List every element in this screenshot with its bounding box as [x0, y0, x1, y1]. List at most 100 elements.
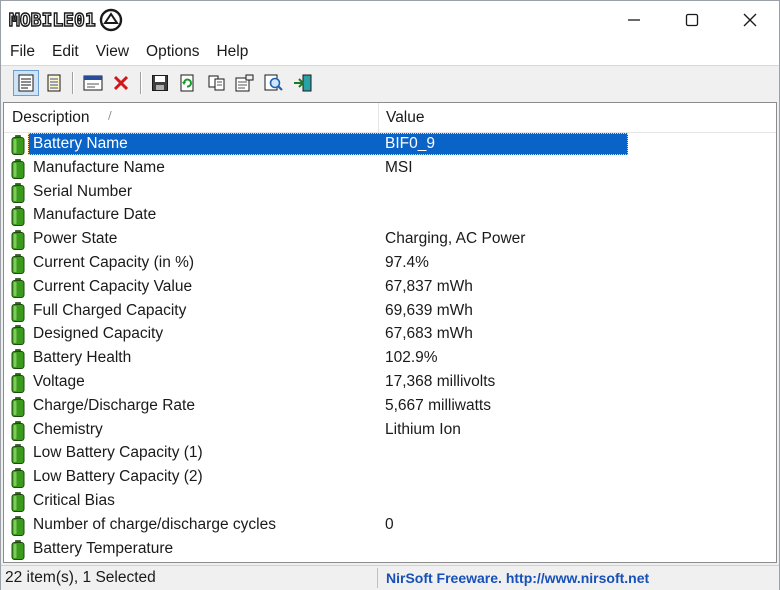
window-icon — [83, 75, 103, 91]
table-row[interactable]: Battery Name BIF0_9 — [4, 133, 776, 157]
battery-info-list[interactable]: Description / Value Battery Name BIF0_9 Ma… — [3, 102, 777, 563]
column-divider[interactable] — [378, 103, 379, 132]
refresh-button[interactable] — [174, 70, 200, 96]
close-button[interactable] — [721, 1, 779, 39]
toolbar-separator — [72, 72, 74, 94]
nirsoft-link[interactable]: NirSoft Freeware. http://www.nirsoft.net — [386, 566, 649, 590]
table-row[interactable]: Manufacture Name MSI — [4, 157, 776, 181]
toolbar-separator — [140, 72, 142, 94]
row-description: Manufacture Name — [33, 158, 165, 176]
menu-bar: File Edit View Options Help — [1, 39, 779, 65]
save-button[interactable] — [147, 70, 173, 96]
row-value: 102.9% — [385, 349, 438, 367]
html-report-button[interactable] — [41, 70, 67, 96]
table-row[interactable]: Current Capacity (in %) 97.4% — [4, 252, 776, 276]
copy-button[interactable] — [204, 70, 230, 96]
row-value: Charging, AC Power — [385, 230, 526, 248]
menu-help[interactable]: Help — [207, 40, 256, 64]
row-value: BIF0_9 — [385, 135, 435, 152]
window-button[interactable] — [80, 70, 106, 96]
delete-button[interactable] — [108, 70, 134, 96]
row-value: MSI — [385, 158, 413, 176]
status-item-count: 22 item(s), 1 Selected — [5, 569, 156, 586]
row-description: Power State — [33, 230, 118, 248]
row-description: Current Capacity Value — [33, 277, 193, 295]
menu-edit[interactable]: Edit — [43, 40, 87, 64]
table-row[interactable]: Low Battery Capacity (1) — [4, 442, 776, 466]
battery-icon — [11, 158, 25, 179]
battery-icon — [11, 135, 25, 155]
app-logo: MOBILE01 — [8, 5, 124, 35]
status-bar: 22 item(s), 1 Selected NirSoft Freeware.… — [1, 565, 779, 590]
title-bar[interactable]: MOBILE01 — [1, 1, 779, 39]
table-row[interactable]: Battery Health 102.9% — [4, 347, 776, 371]
table-row[interactable]: Manufacture Date — [4, 204, 776, 228]
close-icon — [743, 13, 757, 27]
row-description: Critical Bias — [33, 491, 115, 509]
properties-button[interactable] — [13, 70, 39, 96]
table-row[interactable]: Low Battery Capacity (2) — [4, 466, 776, 490]
row-description: Low Battery Capacity (2) — [33, 468, 203, 486]
app-logo-text: MOBILE01 — [8, 9, 96, 31]
row-description: Battery Name — [33, 135, 128, 152]
table-row[interactable]: Full Charged Capacity 69,639 mWh — [4, 300, 776, 324]
menu-file[interactable]: File — [1, 40, 43, 64]
maximize-button[interactable] — [663, 1, 721, 39]
find-button[interactable] — [261, 70, 287, 96]
properties-dialog-button[interactable] — [232, 70, 258, 96]
minimize-button[interactable] — [605, 1, 663, 39]
properties-icon — [18, 74, 34, 92]
row-description: Battery Health — [33, 349, 132, 367]
row-value: 67,683 mWh — [385, 325, 473, 343]
table-row[interactable]: Chemistry Lithium Ion — [4, 419, 776, 443]
row-description: Manufacture Date — [33, 206, 157, 224]
html-report-icon — [47, 74, 61, 92]
sort-indicator: / — [108, 109, 112, 122]
row-description: Full Charged Capacity — [33, 301, 187, 319]
row-value: 67,837 mWh — [385, 277, 473, 295]
delete-icon — [113, 75, 129, 91]
save-icon — [152, 75, 168, 91]
list-header: Description / Value — [4, 103, 776, 133]
column-header-value[interactable]: Value — [386, 103, 425, 132]
row-description: Number of charge/discharge cycles — [33, 515, 276, 533]
table-row[interactable]: Number of charge/discharge cycles 0 — [4, 514, 776, 538]
row-description: Battery Temperature — [33, 539, 174, 557]
table-row[interactable]: Serial Number — [4, 181, 776, 205]
battery-icon — [11, 206, 25, 227]
row-description: Voltage — [33, 372, 85, 390]
row-description: Serial Number — [33, 182, 133, 200]
table-row[interactable]: Designed Capacity 67,683 mWh — [4, 323, 776, 347]
battery-icon — [11, 325, 25, 346]
row-value: 5,667 milliwatts — [385, 396, 491, 414]
row-value: 17,368 millivolts — [385, 372, 496, 390]
battery-icon — [11, 254, 25, 274]
table-row[interactable]: Battery Temperature — [4, 538, 776, 562]
column-header-description[interactable]: Description — [12, 103, 90, 132]
exit-button[interactable] — [290, 70, 316, 96]
battery-icon — [11, 444, 25, 465]
battery-icon — [11, 301, 25, 322]
battery-icon — [11, 396, 25, 417]
properties-dialog-icon — [235, 74, 254, 92]
battery-icon — [11, 373, 25, 393]
table-row[interactable]: Critical Bias — [4, 490, 776, 514]
table-row[interactable]: Voltage 17,368 millivolts — [4, 371, 776, 395]
exit-icon — [294, 74, 312, 92]
table-row[interactable]: Power State Charging, AC Power — [4, 228, 776, 252]
battery-icon — [11, 182, 25, 203]
refresh-icon — [180, 74, 194, 92]
battery-icon — [11, 349, 25, 370]
battery-icon — [11, 277, 25, 298]
table-row[interactable]: Charge/Discharge Rate 5,667 milliwatts — [4, 395, 776, 419]
menu-options[interactable]: Options — [137, 40, 207, 64]
battery-icon — [11, 539, 25, 560]
row-description: Low Battery Capacity (1) — [33, 444, 203, 462]
menu-view[interactable]: View — [87, 40, 137, 64]
table-row[interactable]: Current Capacity Value 67,837 mWh — [4, 276, 776, 300]
row-description: Charge/Discharge Rate — [33, 396, 195, 414]
battery-icon — [11, 492, 25, 512]
row-value: 69,639 mWh — [385, 301, 473, 319]
status-divider — [377, 568, 378, 588]
battery-icon — [11, 230, 25, 251]
